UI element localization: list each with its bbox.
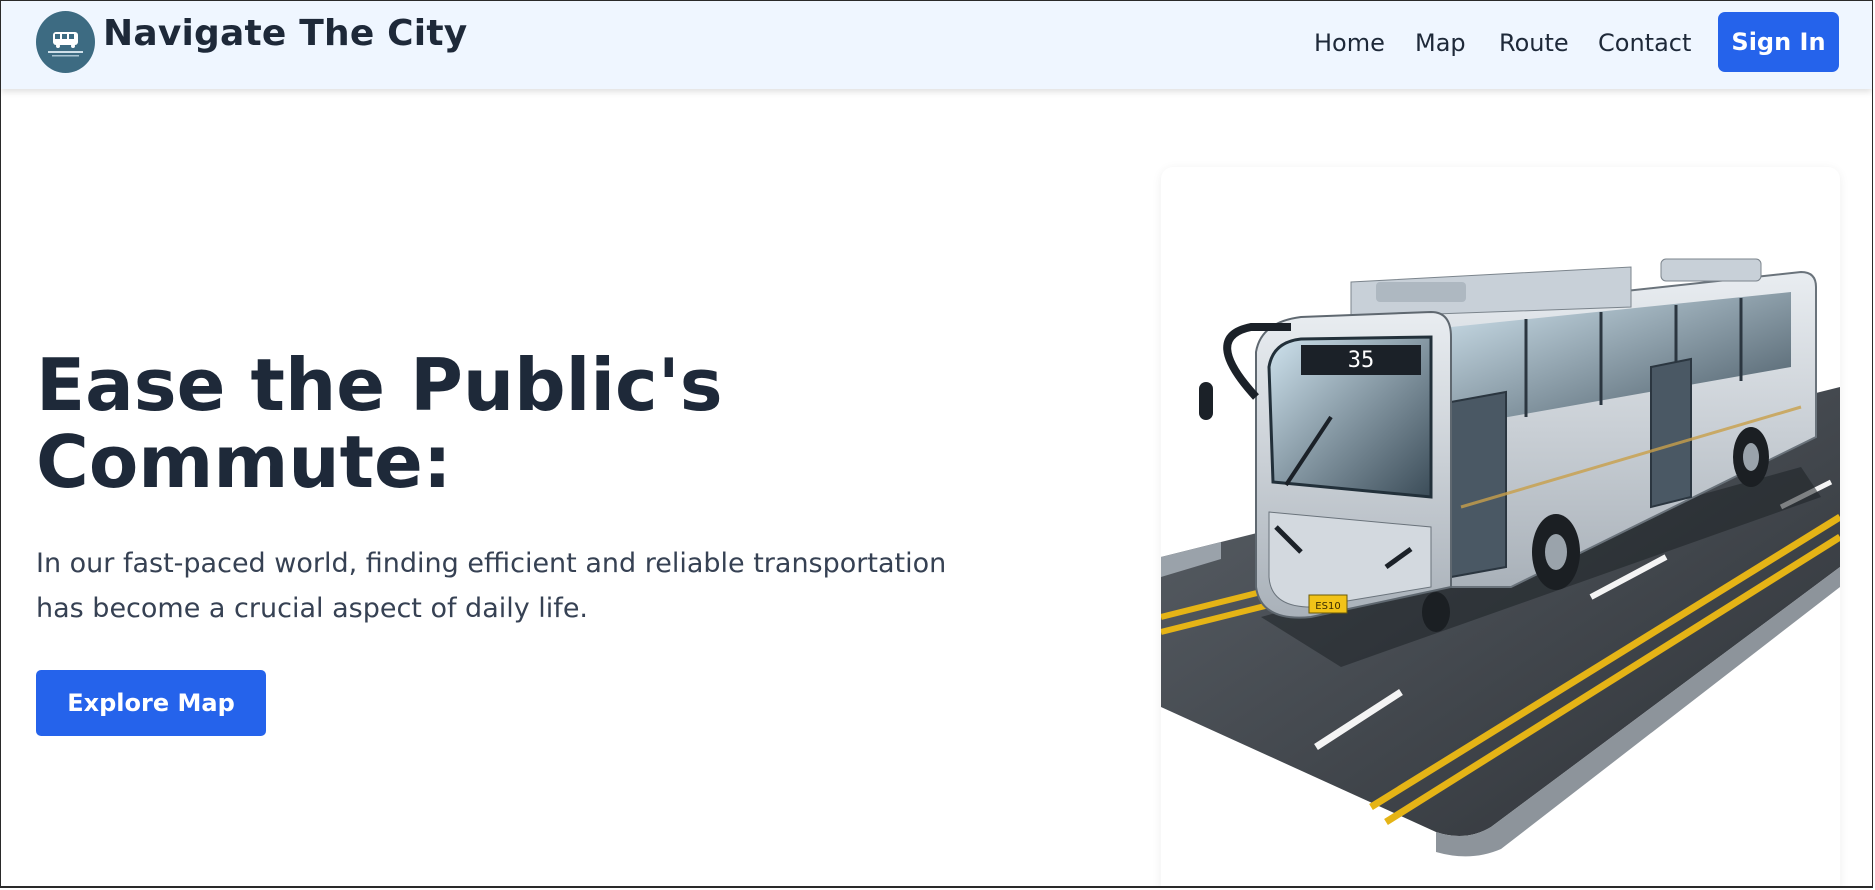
bus-logo-icon[interactable] <box>36 11 95 73</box>
navbar: Navigate The City Home Map Route Contact… <box>1 1 1872 89</box>
license-plate: ES10 <box>1315 601 1340 612</box>
hero-title: Ease the Public's Commute: <box>36 347 936 501</box>
explore-map-button[interactable]: Explore Map <box>36 670 266 736</box>
hero-title-line-1: Ease the Public's <box>36 343 723 427</box>
bus-illustration: 35 ES10 <box>1161 258 1840 857</box>
nav-link-map[interactable]: Map <box>1415 29 1466 57</box>
hero-title-line-2: Commute: <box>36 420 452 504</box>
nav-link-home[interactable]: Home <box>1314 29 1385 57</box>
sign-in-button[interactable]: Sign In <box>1718 12 1839 72</box>
hero-description: In our fast-paced world, finding efficie… <box>36 548 947 624</box>
nav-link-route[interactable]: Route <box>1499 29 1569 57</box>
nav-link-contact[interactable]: Contact <box>1598 29 1691 57</box>
bus-route-number: 35 <box>1348 348 1375 373</box>
hero-image-card: 35 ES10 <box>1161 167 1840 886</box>
page-frame: Navigate The City Home Map Route Contact… <box>0 0 1873 888</box>
brand-title[interactable]: Navigate The City <box>103 13 467 54</box>
